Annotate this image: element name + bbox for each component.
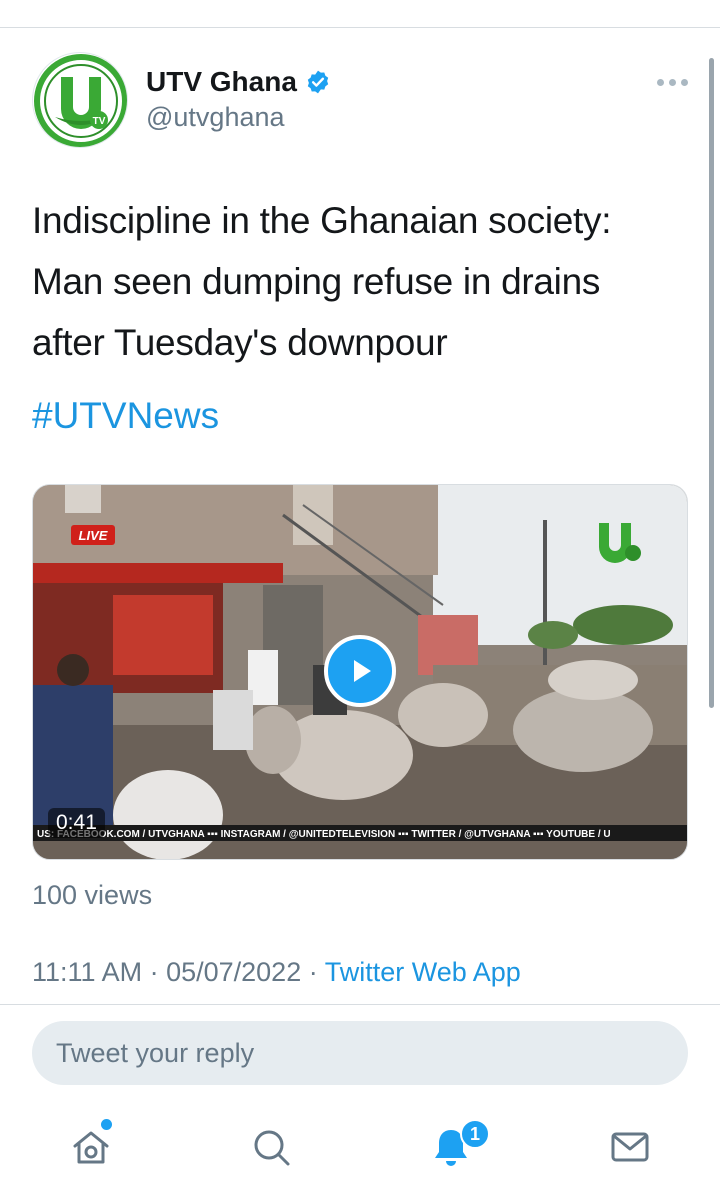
view-count: 100 views <box>32 880 153 910</box>
utv-logo-icon: TV <box>34 54 127 147</box>
home-new-dot <box>101 1119 112 1130</box>
more-dot-icon <box>680 78 688 86</box>
avatar[interactable]: TV <box>32 52 128 148</box>
author-handle[interactable]: @utvghana <box>146 102 285 133</box>
reply-input[interactable]: Tweet your reply <box>32 1021 688 1085</box>
more-dot-icon <box>668 78 676 86</box>
tweet-meta: 11:11 AM · 05/07/2022 · Twitter Web App <box>32 957 521 988</box>
svg-text:TV: TV <box>93 116 106 127</box>
play-icon <box>354 660 371 682</box>
home-icon <box>73 1131 109 1164</box>
hashtag-link[interactable]: #UTVNews <box>32 388 219 444</box>
top-divider <box>0 27 720 28</box>
tweet-text: Indiscipline in the Ghanaian society: Ma… <box>32 200 612 363</box>
meta-divider <box>0 1004 720 1005</box>
video-duration: 0:41 <box>48 808 105 838</box>
ticker-text: US: FACEBOOK.COM / UTVGHANA ▪▪▪ INSTAGRA… <box>37 829 611 840</box>
reply-placeholder: Tweet your reply <box>56 1038 255 1068</box>
author-name-row[interactable]: UTV Ghana <box>146 66 331 98</box>
search-icon <box>254 1130 290 1166</box>
tweet-time: 11:11 AM <box>32 957 143 987</box>
more-options-button[interactable] <box>652 70 692 94</box>
play-button[interactable] <box>324 635 396 707</box>
notifications-badge: 1 <box>460 1119 490 1149</box>
messages-icon <box>611 1132 649 1162</box>
scrollbar[interactable] <box>709 58 714 708</box>
meta-separator: · <box>142 957 167 987</box>
tab-messages[interactable] <box>605 1122 655 1172</box>
author-name[interactable]: UTV Ghana <box>146 66 297 98</box>
tweet-date: 05/07/2022 <box>166 957 302 987</box>
tab-search[interactable] <box>246 1122 296 1172</box>
meta-separator: · <box>301 957 325 987</box>
verified-badge-icon <box>307 70 329 94</box>
more-dot-icon <box>656 78 664 86</box>
live-label: LIVE <box>79 528 108 543</box>
tweet-source-link[interactable]: Twitter Web App <box>325 957 521 987</box>
